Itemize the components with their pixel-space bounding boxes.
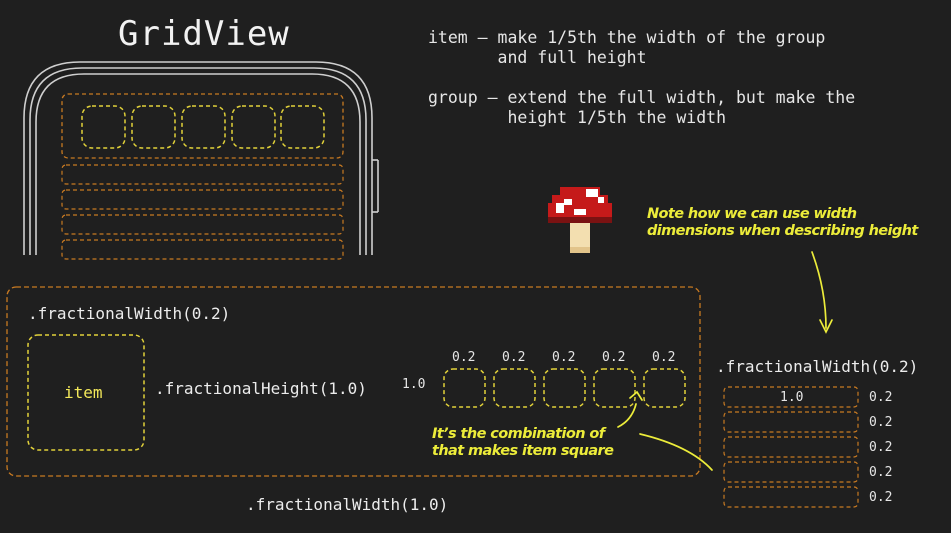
phone-group-rows (61, 164, 344, 260)
stack-fraction-4: 0.2 (869, 465, 893, 480)
mushroom-icon (548, 187, 612, 253)
item-row (443, 368, 686, 408)
phone-item-2 (131, 105, 176, 149)
item-label: item (64, 383, 103, 402)
arrow-to-items-head (629, 390, 643, 401)
item-fraction-1: 0.2 (452, 350, 476, 365)
item-description: item – make 1/5th the width of the group… (428, 28, 826, 67)
row-item-1 (443, 368, 486, 408)
item-fraction-3: 0.2 (552, 350, 576, 365)
item-fraction-5: 0.2 (652, 350, 676, 365)
stack-group-4 (723, 461, 859, 483)
phone-group-row-3 (61, 189, 344, 210)
group-height-label: .fractionalWidth(0.2) (716, 357, 919, 376)
phone-item-3 (181, 105, 226, 149)
row-height-label: 1.0 (402, 377, 426, 392)
phone-group-row-4 (61, 214, 344, 235)
item-width-label: .fractionalWidth(0.2) (28, 304, 231, 323)
row-item-5 (643, 368, 686, 408)
stack-fraction-2: 0.2 (869, 415, 893, 430)
row-item-2 (493, 368, 536, 408)
arrow-to-stack-line (639, 433, 713, 471)
group-description: group – extend the full width, but make … (428, 88, 856, 127)
phone-items (81, 105, 325, 149)
item-fraction-2: 0.2 (502, 350, 526, 365)
phone-item-5 (280, 105, 325, 149)
stack-group-3 (723, 436, 859, 458)
phone-group-row-5 (61, 239, 344, 260)
stack-group-5 (723, 486, 859, 508)
phone-item-4 (231, 105, 276, 149)
phone-group-row-2 (61, 164, 344, 185)
stack-fraction-3: 0.2 (869, 440, 893, 455)
arrow-to-stack (811, 251, 827, 329)
row-item-4 (593, 368, 636, 408)
stack-fraction-1: 0.2 (869, 390, 893, 405)
group-width-label: .fractionalWidth(1.0) (246, 495, 449, 514)
stack-fraction-5: 0.2 (869, 490, 893, 505)
stack-first-value: 1.0 (780, 390, 804, 405)
item-fraction-4: 0.2 (602, 350, 626, 365)
page-title: GridView (118, 14, 290, 54)
group-stack (723, 386, 859, 508)
phone-item-1 (81, 105, 126, 149)
stack-group-2 (723, 411, 859, 433)
row-item-3 (543, 368, 586, 408)
item-height-label: .fractionalHeight(1.0) (155, 379, 367, 398)
note-combination: It’s the combination of that makes item … (432, 426, 614, 459)
note-width-for-height: Note how we can use width dimensions whe… (647, 206, 918, 239)
